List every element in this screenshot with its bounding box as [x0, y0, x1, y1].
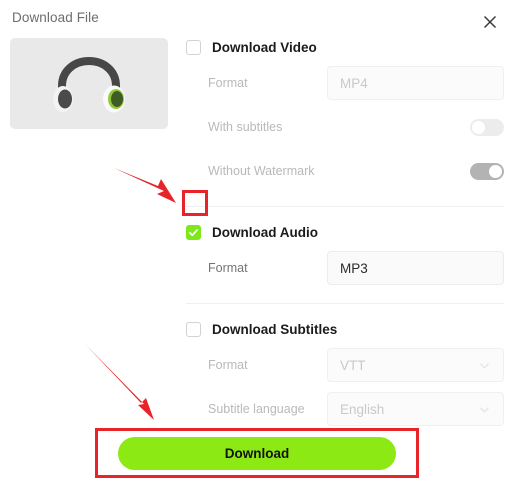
- download-subtitles-row[interactable]: Download Subtitles: [186, 318, 504, 340]
- video-format-field[interactable]: MP4: [327, 66, 504, 100]
- audio-checkbox-highlight: [182, 190, 208, 216]
- subtitle-language-row: Subtitle language English: [186, 390, 504, 428]
- close-icon: [483, 15, 497, 29]
- audio-format-label: Format: [208, 261, 248, 275]
- subtitles-format-label: Format: [208, 358, 248, 372]
- download-audio-checkbox[interactable]: [186, 224, 201, 240]
- without-watermark-row: Without Watermark: [186, 152, 504, 190]
- section-download-subtitles: Download Subtitles Format VTT Subtitle l…: [186, 318, 504, 428]
- download-button-highlight: Download: [95, 428, 419, 478]
- download-video-checkbox[interactable]: [186, 39, 201, 55]
- divider-audio-subtitles: [186, 303, 504, 304]
- media-thumbnail: [10, 38, 168, 129]
- download-audio-row[interactable]: Download Audio: [186, 221, 504, 243]
- subtitles-format-row: Format VTT: [186, 346, 504, 384]
- with-subtitles-row: With subtitles: [186, 108, 504, 146]
- download-subtitles-label: Download Subtitles: [212, 321, 338, 337]
- download-video-row[interactable]: Download Video: [186, 36, 504, 58]
- chevron-down-icon: [480, 363, 489, 369]
- subtitle-language-select[interactable]: English: [327, 392, 504, 426]
- video-format-label: Format: [208, 76, 248, 90]
- download-video-label: Download Video: [212, 39, 317, 55]
- headphones-icon: [53, 56, 125, 112]
- without-watermark-toggle[interactable]: [470, 162, 504, 180]
- download-subtitles-checkbox[interactable]: [186, 321, 201, 337]
- annotation-arrow-audio: [114, 168, 176, 203]
- subtitles-format-value: VTT: [340, 357, 366, 373]
- download-button[interactable]: Download: [118, 436, 396, 470]
- audio-format-field[interactable]: MP3: [327, 251, 504, 285]
- section-download-audio: Download Audio Format MP3: [186, 221, 504, 287]
- dialog-title: Download File: [12, 10, 99, 25]
- subtitle-language-value: English: [340, 401, 385, 417]
- annotation-arrow-download: [85, 344, 154, 420]
- subtitle-language-label: Subtitle language: [208, 402, 305, 416]
- section-download-video: Download Video Format MP4 With subtitles…: [186, 36, 504, 190]
- video-format-row: Format MP4: [186, 64, 504, 102]
- without-watermark-label: Without Watermark: [208, 164, 315, 178]
- with-subtitles-label: With subtitles: [208, 120, 283, 134]
- close-button[interactable]: [476, 8, 504, 36]
- subtitles-format-select[interactable]: VTT: [327, 348, 504, 382]
- with-subtitles-toggle[interactable]: [470, 118, 504, 136]
- chevron-down-icon: [480, 407, 489, 413]
- audio-format-row: Format MP3: [186, 249, 504, 287]
- download-file-dialog: Download File Download Video Format MP4 …: [0, 0, 514, 500]
- video-format-value: MP4: [340, 75, 368, 91]
- download-options: Download Video Format MP4 With subtitles…: [186, 36, 504, 428]
- download-audio-label: Download Audio: [212, 224, 318, 240]
- divider-video-audio: [186, 206, 504, 207]
- audio-format-value: MP3: [340, 260, 368, 276]
- check-icon: [188, 228, 199, 236]
